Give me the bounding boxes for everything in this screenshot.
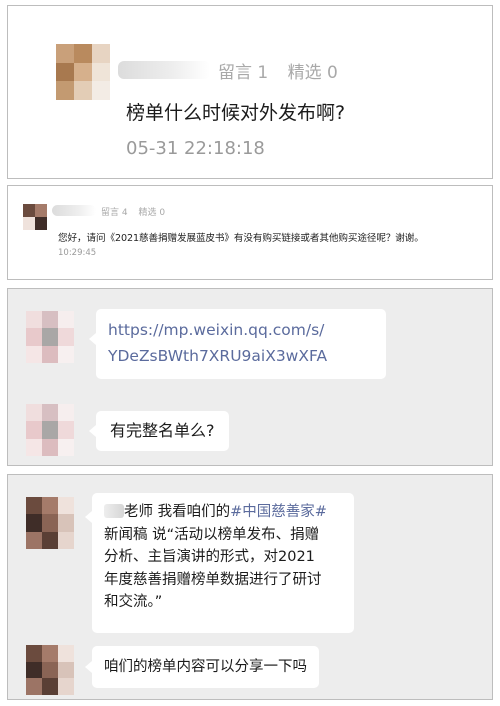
username-blurred (118, 61, 210, 79)
featured-count: 精选 0 (138, 208, 166, 218)
avatar-pixel (58, 661, 74, 679)
avatar-pixel (58, 531, 74, 549)
avatar (26, 404, 74, 456)
avatar-pixel (26, 311, 42, 329)
avatar-pixel (58, 514, 74, 532)
avatar-pixel (42, 438, 58, 456)
featured-count: 精选 0 (287, 63, 338, 83)
comment-card-1: 留言 1 精选 0 榜单什么时候对外发布啊? 05-31 22:18:18 (7, 5, 493, 179)
bubble-tail (89, 333, 96, 345)
avatar-pixel (23, 217, 35, 230)
avatar-pixel (26, 438, 42, 456)
comment-stats: 留言 4 精选 0 (101, 205, 165, 218)
avatar-pixel (56, 62, 74, 82)
chat-panel-1: https://mp.weixin.qq.com/s/ YDeZsBWth7XR… (7, 288, 493, 466)
avatar-pixel (23, 204, 35, 217)
avatar-pixel (58, 438, 74, 456)
message-line-5: 和交流。” (104, 594, 163, 610)
reply-count: 留言 1 (218, 63, 269, 83)
avatar-pixel (42, 678, 58, 695)
avatar-pixel (58, 678, 74, 695)
avatar-pixel (42, 531, 58, 549)
reply-count: 留言 4 (101, 208, 128, 218)
avatar-pixel (26, 645, 42, 662)
avatar-pixel (26, 404, 42, 422)
avatar-pixel (56, 81, 74, 100)
avatar (56, 44, 110, 100)
avatar-pixel (26, 531, 42, 549)
avatar-pixel (56, 44, 74, 63)
avatar-pixel (58, 404, 74, 422)
avatar-pixel (58, 328, 74, 346)
message-line-4: 年度慈善捐赠榜单数据进行了研讨 (104, 571, 322, 588)
avatar-pixel (42, 421, 58, 439)
comment-stats: 留言 1 精选 0 (218, 58, 338, 83)
avatar-pixel (58, 497, 74, 515)
avatar-pixel (58, 345, 74, 363)
bubble-tail (85, 511, 92, 523)
message-text: 咱们的榜单内容可以分享一下吗 (104, 659, 307, 675)
bubble-tail (89, 425, 96, 437)
avatar-pixel (58, 311, 74, 329)
comment-timestamp: 10:29:45 (58, 248, 97, 258)
comment-text: 您好，请问《2021慈善捐赠发展蓝皮书》有没有购买链接或者其他购买途径呢？谢谢。 (58, 233, 424, 244)
avatar-pixel (74, 44, 92, 63)
avatar-pixel (42, 497, 58, 515)
bubble-tail (85, 661, 92, 673)
avatar-pixel (92, 81, 110, 100)
message-text: 有完整名单么? (110, 421, 215, 440)
avatar-pixel (42, 404, 58, 422)
avatar-pixel (26, 421, 42, 439)
avatar-pixel (92, 44, 110, 63)
avatar-pixel (26, 345, 42, 363)
chat-panel-2: 老师 我看咱们的#中国慈善家# 新闻稿 说“活动以榜单发布、捐赠 分析、主旨演讲… (7, 474, 493, 700)
avatar-pixel (58, 421, 74, 439)
avatar-pixel (26, 497, 42, 515)
message-line-1: 老师 我看咱们的#中国慈善家# (104, 501, 342, 524)
avatar-pixel (26, 514, 42, 532)
avatar-pixel (42, 514, 58, 532)
link-text-line-2[interactable]: YDeZsBWth7XRU9aiX3wXFA (108, 343, 374, 369)
comment-card-2: 留言 4 精选 0 您好，请问《2021慈善捐赠发展蓝皮书》有没有购买链接或者其… (7, 185, 493, 280)
avatar-pixel (42, 661, 58, 679)
avatar-pixel (42, 311, 58, 329)
avatar (26, 497, 74, 549)
name-blurred (104, 504, 124, 518)
hashtag-link[interactable]: #中国慈善家# (230, 504, 327, 520)
avatar-pixel (35, 217, 47, 230)
avatar-pixel (74, 81, 92, 100)
avatar-pixel (35, 204, 47, 217)
link-message-bubble[interactable]: https://mp.weixin.qq.com/s/ YDeZsBWth7XR… (96, 309, 386, 379)
avatar-pixel (42, 645, 58, 662)
avatar-pixel (26, 661, 42, 679)
message-bubble: 咱们的榜单内容可以分享一下吗 (92, 646, 319, 688)
avatar-pixel (74, 62, 92, 82)
avatar-pixel (26, 678, 42, 695)
username-blurred (52, 205, 96, 216)
avatar (23, 204, 47, 230)
avatar (26, 645, 74, 695)
comment-timestamp: 05-31 22:18:18 (126, 138, 265, 159)
avatar-pixel (26, 328, 42, 346)
avatar-pixel (58, 645, 74, 662)
avatar (26, 311, 74, 363)
avatar-pixel (92, 62, 110, 82)
avatar-pixel (42, 328, 58, 346)
link-text-line-1[interactable]: https://mp.weixin.qq.com/s/ (108, 317, 374, 343)
avatar-pixel (42, 345, 58, 363)
message-bubble: 老师 我看咱们的#中国慈善家# 新闻稿 说“活动以榜单发布、捐赠 分析、主旨演讲… (92, 493, 354, 633)
message-text: 老师 我看咱们的 (124, 504, 231, 520)
message-bubble: 有完整名单么? (96, 411, 229, 451)
message-line-3: 分析、主旨演讲的形式，对2021 (104, 549, 315, 565)
comment-text: 榜单什么时候对外发布啊? (126, 102, 346, 124)
message-line-2: 新闻稿 说“活动以榜单发布、捐赠 (104, 526, 320, 543)
